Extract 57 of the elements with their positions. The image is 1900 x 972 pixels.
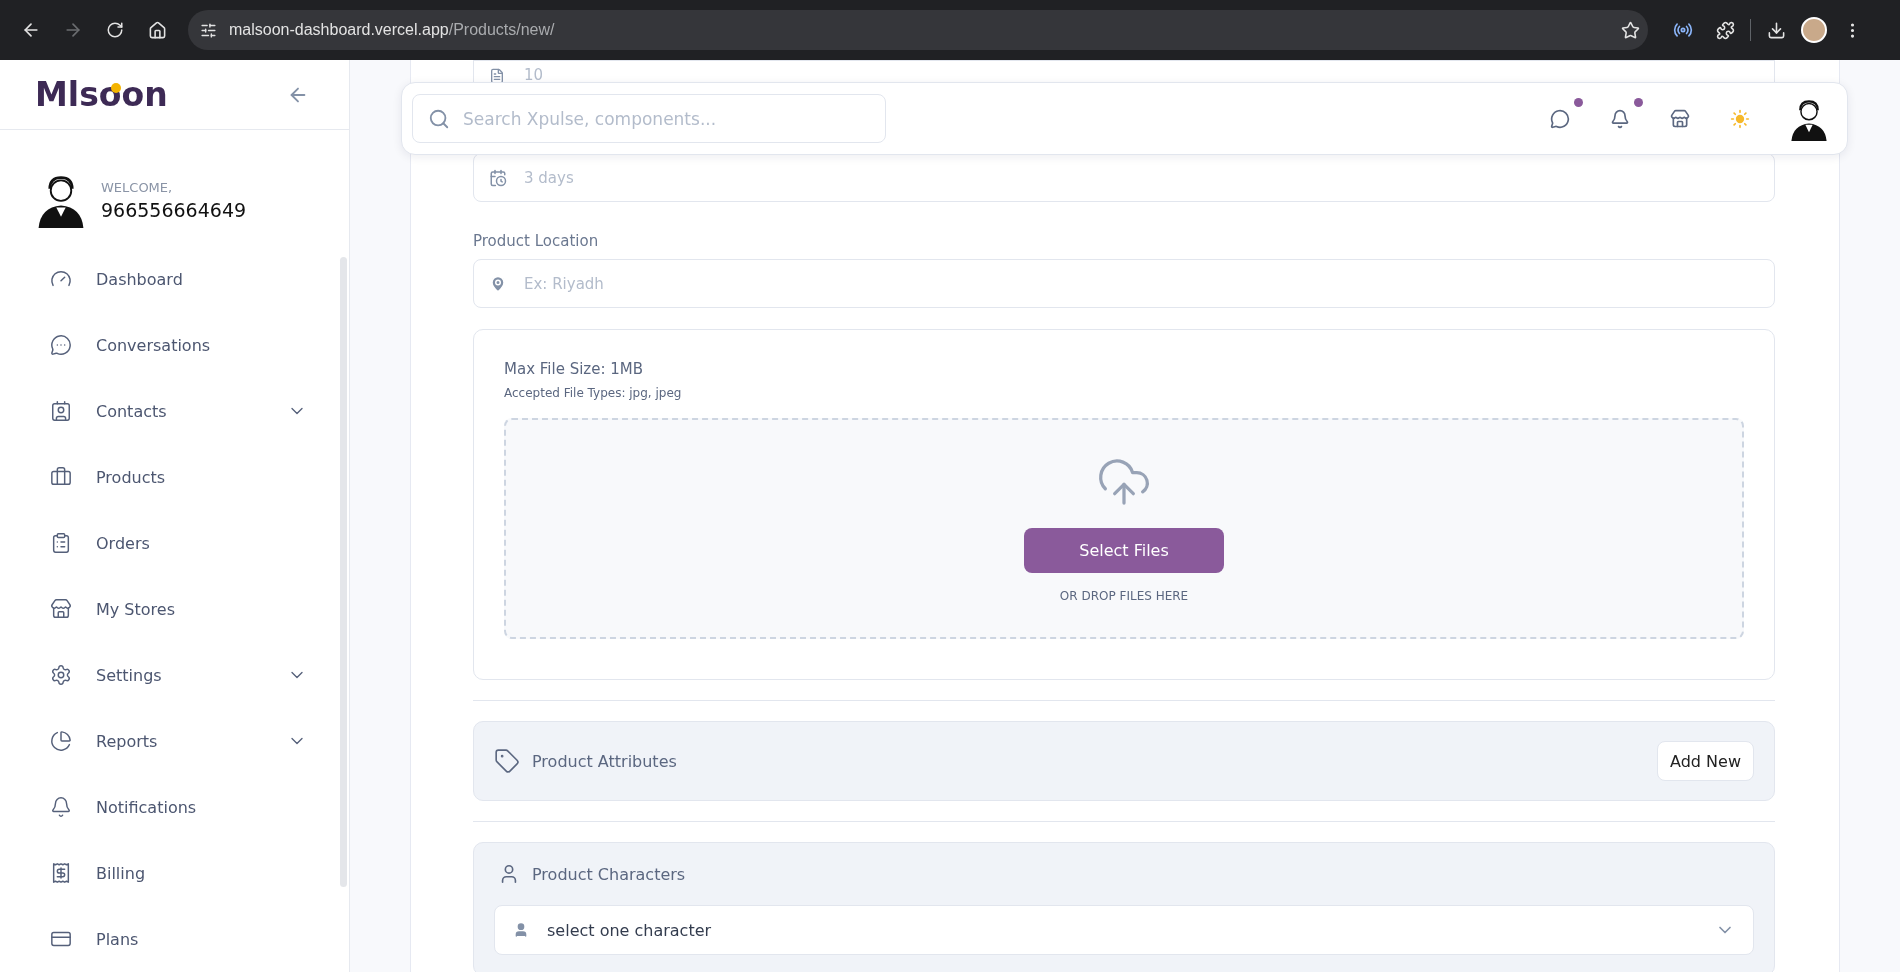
sidebar-item[interactable]: Orders [0, 510, 349, 576]
sidebar-item[interactable]: Settings [0, 642, 349, 708]
panel-title: Product Characters [532, 864, 687, 884]
home-icon[interactable] [147, 20, 167, 40]
sidebar-item[interactable]: My Stores [0, 576, 349, 642]
person-icon [513, 922, 529, 938]
sidebar-item[interactable]: Dashboard [0, 246, 349, 312]
quantity-field[interactable]: 10 [473, 60, 1775, 82]
contact-card-icon [50, 400, 72, 422]
sidebar-item[interactable]: Conversations [0, 312, 349, 378]
reload-icon[interactable] [106, 21, 124, 39]
sidebar-item[interactable]: Contacts [0, 378, 349, 444]
search-field[interactable]: Search Xpulse, components... [412, 94, 886, 143]
sidebar-item[interactable]: Notifications [0, 774, 349, 840]
drop-zone[interactable]: Select Files OR DROP FILES HERE [504, 418, 1744, 639]
chat-icon[interactable] [1550, 108, 1570, 129]
sidebar-item[interactable]: Plans [0, 906, 349, 972]
field-label: Product Location [473, 232, 600, 250]
character-select[interactable]: select one character [494, 905, 1754, 955]
bell-icon [50, 796, 72, 818]
clipboard-icon [50, 532, 72, 554]
pie-chart-icon [50, 730, 72, 752]
note-icon [489, 68, 505, 84]
accepted-file-types: Accepted File Types: jpg, jpeg [504, 386, 683, 400]
settings-icon [50, 664, 72, 686]
chat-icon [50, 334, 72, 356]
user-name: 966556664649 [101, 198, 247, 221]
sidebar-item[interactable]: Reports [0, 708, 349, 774]
briefcase-icon [50, 466, 72, 488]
location-field[interactable]: Ex: Riyadh [473, 259, 1775, 308]
sidebar-item[interactable]: Billing [0, 840, 349, 906]
add-new-button[interactable]: Add New [1657, 741, 1754, 781]
bell-icon[interactable] [1610, 108, 1630, 129]
store-icon[interactable] [1670, 108, 1690, 129]
map-pin-icon [489, 274, 507, 293]
logo: Mlsoon [35, 75, 168, 115]
address-bar[interactable]: malsoon-dashboard.vercel.app/Products/new/ [188, 10, 1648, 50]
search-icon [428, 107, 450, 130]
site-settings-icon[interactable] [200, 21, 217, 39]
calendar-icon [489, 168, 507, 187]
panel-title: Product Attributes [532, 751, 678, 771]
sidebar-item[interactable]: Products [0, 444, 349, 510]
radio-icon[interactable] [1673, 20, 1693, 40]
url-text: malsoon-dashboard.vercel.app/Products/new/ [229, 21, 556, 39]
store-icon [50, 598, 72, 620]
puzzle-icon[interactable] [1715, 20, 1735, 40]
max-file-size: Max File Size: 1MB [504, 360, 645, 378]
tag-icon [494, 748, 520, 774]
profile-avatar[interactable] [1801, 17, 1827, 43]
welcome-label: WELCOME, [101, 179, 174, 195]
duration-field[interactable]: 3 days [473, 153, 1775, 202]
download-icon[interactable] [1766, 20, 1786, 40]
select-files-button[interactable]: Select Files [1024, 528, 1224, 573]
bookmark-star-icon[interactable] [1621, 20, 1640, 40]
receipt-icon [50, 862, 72, 884]
drop-hint: OR DROP FILES HERE [1059, 589, 1189, 603]
scrollbar[interactable] [340, 257, 347, 887]
